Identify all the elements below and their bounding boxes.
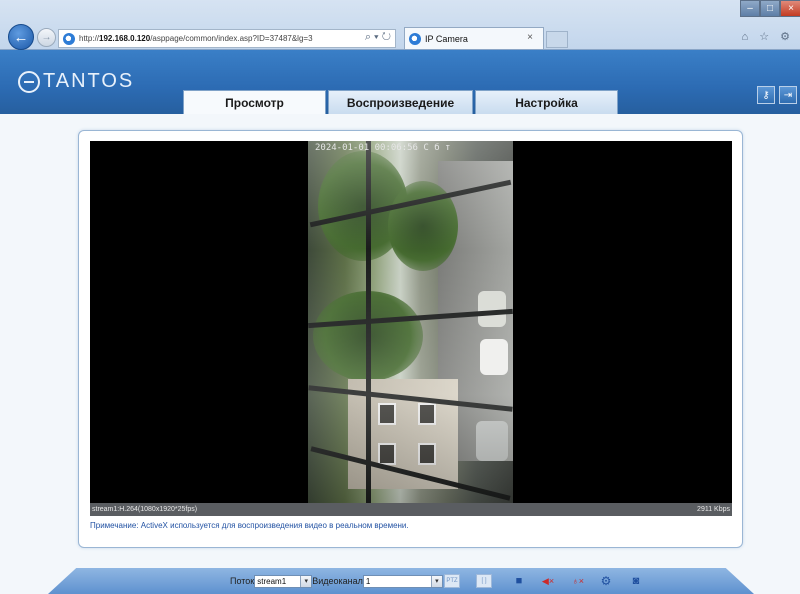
logo-mark-icon (18, 70, 40, 93)
browser-chrome: ← → http://192.168.0.120/asppage/common/… (0, 0, 800, 50)
chevron-down-icon[interactable]: ▾ (300, 575, 312, 587)
channel-label: Видеоканал (312, 576, 363, 586)
window-close-button[interactable]: × (780, 0, 800, 17)
tab-playback[interactable]: Воспроизведение (328, 90, 473, 114)
forward-arrow-icon: → (41, 32, 52, 43)
stream-select-value: stream1 (257, 576, 287, 586)
tab-view[interactable]: Просмотр (183, 90, 326, 114)
window-minimize-button[interactable]: – (740, 0, 760, 17)
camera-snapshot-icon[interactable]: ◙ (628, 574, 644, 588)
browser-tab-ip-camera[interactable]: IP Camera × (404, 27, 544, 49)
address-path: /asppage/common/index.asp?ID=37487&lg=3 (150, 34, 313, 43)
osd-timestamp: 2024-01-01 00:06:56 С б т (315, 143, 451, 153)
main-tabs: Просмотр Воспроизведение Настройка (183, 90, 620, 114)
new-tab-button[interactable] (546, 31, 568, 48)
feed-overlay (308, 141, 513, 503)
back-button[interactable]: ← (8, 24, 34, 50)
stream-label: Поток (230, 576, 255, 586)
logo-text: TANTOS (43, 70, 135, 92)
ptz-icon[interactable]: PTZ (444, 574, 460, 588)
stream-info: stream1:H.264(1080x1920*25fps) (92, 506, 198, 513)
window-maximize-button[interactable]: □ (760, 0, 780, 17)
main-content: 2024-01-01 00:06:56 С б т stream1:H.264(… (0, 114, 800, 594)
browser-tab-title: IP Camera (425, 33, 468, 44)
ie-page-icon (63, 32, 75, 45)
fullscreen-icon[interactable]: [ ] (476, 574, 492, 588)
browser-toolbar-icons[interactable]: ⌂ ☆ ⚙ (742, 30, 794, 43)
bitrate-readout: 2911 Kbps (697, 506, 730, 513)
activex-note: Примечание: ActiveX используется для вос… (90, 521, 409, 530)
channel-select[interactable]: 1 ▾ (362, 574, 443, 588)
chevron-down-icon[interactable]: ▾ (430, 575, 442, 587)
live-view-panel: 2024-01-01 00:06:56 С б т stream1:H.264(… (78, 130, 743, 548)
gear-icon[interactable]: ⚙ (598, 574, 614, 588)
forward-button[interactable]: → (37, 28, 56, 47)
ie-tab-icon (409, 32, 421, 45)
stream-controls: Поток stream1 ▾ Видеоканал 1 ▾ (230, 572, 443, 590)
stop-icon[interactable]: ■ (511, 574, 527, 588)
back-arrow-icon: ← (13, 28, 29, 46)
video-player[interactable]: 2024-01-01 00:06:56 С б т stream1:H.264(… (90, 141, 732, 516)
microphone-muted-icon[interactable]: ♁× (570, 574, 586, 588)
video-status-bar: stream1:H.264(1080x1920*25fps) 2911 Kbps (90, 503, 732, 516)
channel-select-value: 1 (365, 576, 371, 586)
speaker-muted-icon[interactable]: ◀× (540, 574, 556, 588)
tab-close-icon[interactable]: × (527, 32, 533, 43)
address-host: 192.168.0.120 (99, 34, 151, 43)
tab-settings[interactable]: Настройка (475, 90, 618, 114)
tantos-logo: TANTOS (18, 70, 134, 93)
stream-select[interactable]: stream1 ▾ (254, 574, 313, 588)
user-key-icon[interactable]: ⚷ (757, 86, 775, 104)
address-search-refresh-icon[interactable]: ⌕ ▾ ↻ (365, 31, 391, 44)
logout-icon[interactable]: ⇥ (779, 86, 797, 104)
address-prefix: http:// (79, 34, 100, 43)
camera-feed-image (308, 141, 513, 503)
address-bar[interactable]: http://192.168.0.120/asppage/common/inde… (58, 29, 396, 48)
